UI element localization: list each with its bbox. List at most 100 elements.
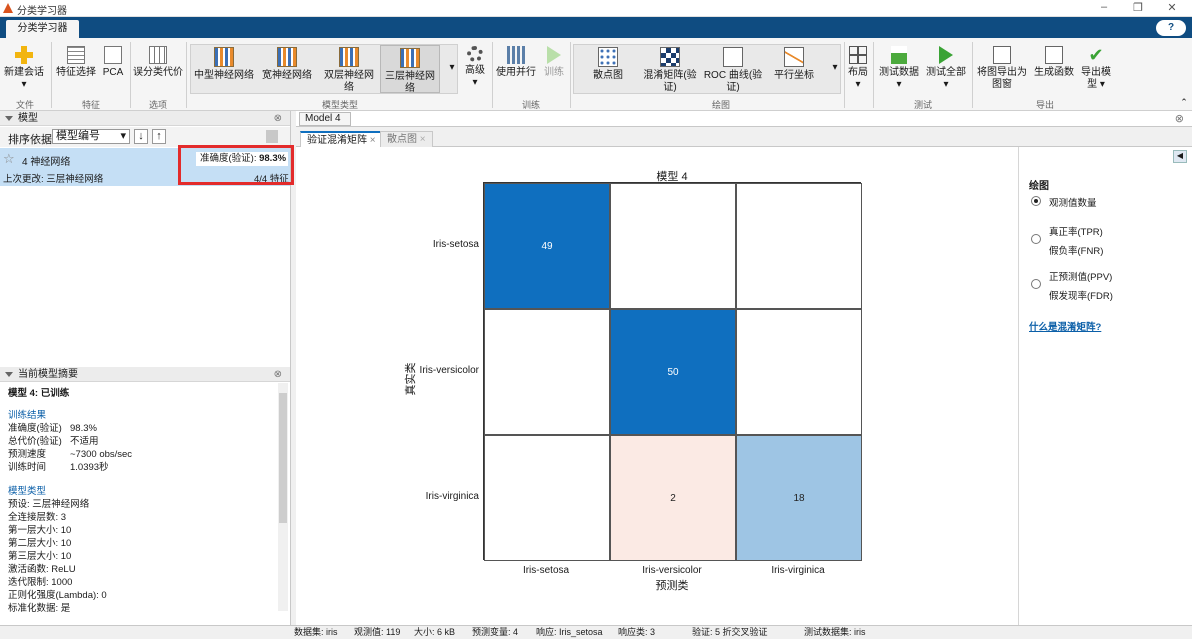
export-plot-label: 将图导出为图窗 — [977, 67, 1027, 90]
trash-icon[interactable] — [266, 130, 278, 143]
use-parallel-button[interactable]: 使用并行 — [496, 46, 536, 79]
option-ppv: 正预测值(PPV) — [1049, 272, 1113, 283]
model-wide-nn[interactable]: 宽神经网络 — [257, 47, 317, 82]
misclass-cost-label: 误分类代价 — [133, 67, 183, 78]
plot-confusion-matrix[interactable]: 混淆矩阵(验证) — [640, 47, 700, 94]
group-file: 文件 — [15, 100, 34, 110]
matrix-cell: 2 — [610, 435, 736, 561]
tab-model-4[interactable]: Model 4 — [299, 112, 351, 126]
tab-classification-learner[interactable]: 分类学习器 — [6, 20, 79, 38]
model-trilayer-nn[interactable]: 三层神经网络 — [380, 45, 440, 94]
detail-row: 标准化数据: 是 — [8, 603, 71, 614]
neural-network-icon — [400, 48, 420, 68]
test-data-button[interactable]: 测试数据 ▾ — [878, 46, 920, 91]
misclassification-cost-button[interactable]: 误分类代价 — [133, 46, 183, 79]
detail-row: 第一层大小: 10 — [8, 525, 72, 536]
radio-ppv-fdr[interactable] — [1031, 279, 1041, 289]
result-label: 训练时间 — [8, 462, 47, 473]
matlab-logo-icon — [3, 3, 13, 13]
tab-validation-confusion[interactable]: 验证混淆矩阵 × — [300, 131, 383, 147]
x-tick-label: Iris-virginica — [771, 565, 825, 576]
export-plot-button[interactable]: 将图导出为图窗 — [976, 46, 1028, 91]
radio-tpr-fnr[interactable] — [1031, 234, 1041, 244]
test-all-label: 测试全部 — [926, 67, 966, 78]
pca-button[interactable]: PCA — [100, 46, 126, 79]
detail-row: 激活函数: ReLU — [8, 564, 76, 575]
plot-scatter[interactable]: 散点图 — [580, 47, 636, 82]
document-bar: Model 4 ⊗ — [296, 111, 1192, 127]
x-axis-label: 预测类 — [655, 580, 689, 592]
plot-options-pane: ◀ 绘图 观测值数量 真正率(TPR) 假负率(FNR) 正预测值(PPV) 假… — [1018, 147, 1192, 625]
summary-scrollbar[interactable] — [278, 383, 288, 611]
parallel-coordinates-icon — [784, 47, 804, 67]
status-testset: 测试数据集: iris — [804, 627, 866, 637]
radio-observations[interactable] — [1031, 196, 1041, 206]
test-data-label: 测试数据 — [879, 67, 919, 78]
status-size: 大小: 6 kB — [414, 627, 456, 637]
export-figure-icon — [993, 46, 1011, 64]
function-icon — [1045, 46, 1063, 64]
option-fnr: 假负率(FNR) — [1049, 246, 1104, 257]
sort-dropdown[interactable]: 模型编号 ▾ — [52, 129, 130, 144]
result-value: 不适用 — [70, 436, 99, 447]
y-tick-label: Iris-versicolor — [419, 365, 479, 376]
sort-label: 排序依据: — [8, 134, 56, 146]
detail-row: 正则化强度(Lambda): 0 — [8, 590, 107, 601]
plot-roc-curve[interactable]: ROC 曲线(验证) — [703, 47, 763, 94]
generate-function-button[interactable]: 生成函数 — [1032, 46, 1076, 79]
close-pane-icon[interactable]: ⊗ — [274, 111, 282, 126]
close-pane-icon[interactable]: ⊗ — [274, 367, 282, 382]
detail-row: 预设: 三层神经网络 — [8, 499, 90, 510]
tab-scatter[interactable]: 散点图 × — [380, 131, 433, 147]
export-model-button[interactable]: ✔ 导出模型 ▾ — [1080, 46, 1112, 91]
summary-pane-header: 当前模型摘要 ⊗ — [0, 367, 290, 382]
close-tab-icon[interactable]: × — [370, 135, 376, 146]
star-icon[interactable]: ☆ — [3, 151, 15, 167]
help-button[interactable]: ? — [1156, 20, 1186, 36]
group-features: 特征 — [81, 100, 100, 110]
feature-selection-button[interactable]: 特征选择 — [56, 46, 96, 79]
advanced-button[interactable]: 高级 ▾ — [462, 46, 488, 89]
matrix-cell: 18 — [736, 435, 862, 561]
x-tick-label: Iris-setosa — [522, 565, 570, 576]
scrollbar-thumb[interactable] — [279, 393, 287, 523]
sort-ascending-button[interactable]: ↑ — [152, 129, 166, 144]
close-tab-icon[interactable]: × — [420, 134, 426, 145]
model-bilayer-nn[interactable]: 双层神经网络 — [320, 47, 378, 94]
group-export: 导出 — [1035, 100, 1054, 110]
train-label: 训练 — [544, 67, 564, 78]
test-all-button[interactable]: 测试全部 ▾ — [924, 46, 968, 91]
plot-options-title: 绘图 — [1029, 181, 1049, 192]
model-medium-nn[interactable]: 中型神经网络 — [194, 47, 254, 82]
layout-label: 布局 — [848, 67, 868, 78]
collapse-panel-icon[interactable]: ◀ — [1173, 150, 1187, 163]
sort-descending-button[interactable]: ↓ — [134, 129, 148, 144]
model-summary: 模型 4: 已训练 训练结果 准确度(验证) 98.3% 总代价(验证) 不适用 预… — [0, 382, 278, 614]
option-observations: 观测值数量 — [1049, 198, 1097, 209]
option-fdr: 假发现率(FDR) — [1049, 291, 1113, 302]
help-link[interactable]: 什么是混淆矩阵? — [1029, 319, 1101, 333]
plot-tabs: 验证混淆矩阵 × 散点图 × — [296, 129, 1192, 147]
result-row: 总代价(验证) 不适用 — [8, 436, 99, 449]
model-bilayer-nn-label: 双层神经网络 — [324, 70, 374, 93]
y-tick-label: Iris-virginica — [425, 491, 479, 502]
tab-scatter-label: 散点图 — [387, 134, 417, 145]
close-document-icon[interactable]: ⊗ — [1175, 112, 1184, 125]
collapse-ribbon-icon[interactable]: ⌃ — [1178, 96, 1190, 108]
train-button[interactable]: 训练 — [540, 46, 568, 79]
new-session-button[interactable]: 新建会话 ▾ — [2, 46, 46, 91]
summary-pane-title: 当前模型摘要 — [18, 369, 78, 380]
gallery-expand-icon[interactable]: ▾ — [446, 62, 458, 74]
layout-button[interactable]: 布局 ▾ — [846, 46, 870, 91]
models-pane-title: 模型 — [18, 113, 38, 124]
matrix-cell — [484, 435, 610, 561]
plot-parallel-coordinates[interactable]: 平行坐标 — [766, 47, 822, 82]
maximize-icon[interactable]: ❐ — [1128, 1, 1148, 14]
toolstrip-tabbar — [0, 17, 1192, 38]
status-dataset: 数据集: iris — [294, 627, 338, 637]
close-icon[interactable]: ✕ — [1162, 1, 1182, 14]
plots-gallery-expand-icon[interactable]: ▾ — [829, 62, 841, 74]
result-value: 1.0393秒 — [70, 462, 109, 473]
matrix-cell — [736, 309, 862, 435]
minimize-icon[interactable]: – — [1094, 1, 1114, 13]
